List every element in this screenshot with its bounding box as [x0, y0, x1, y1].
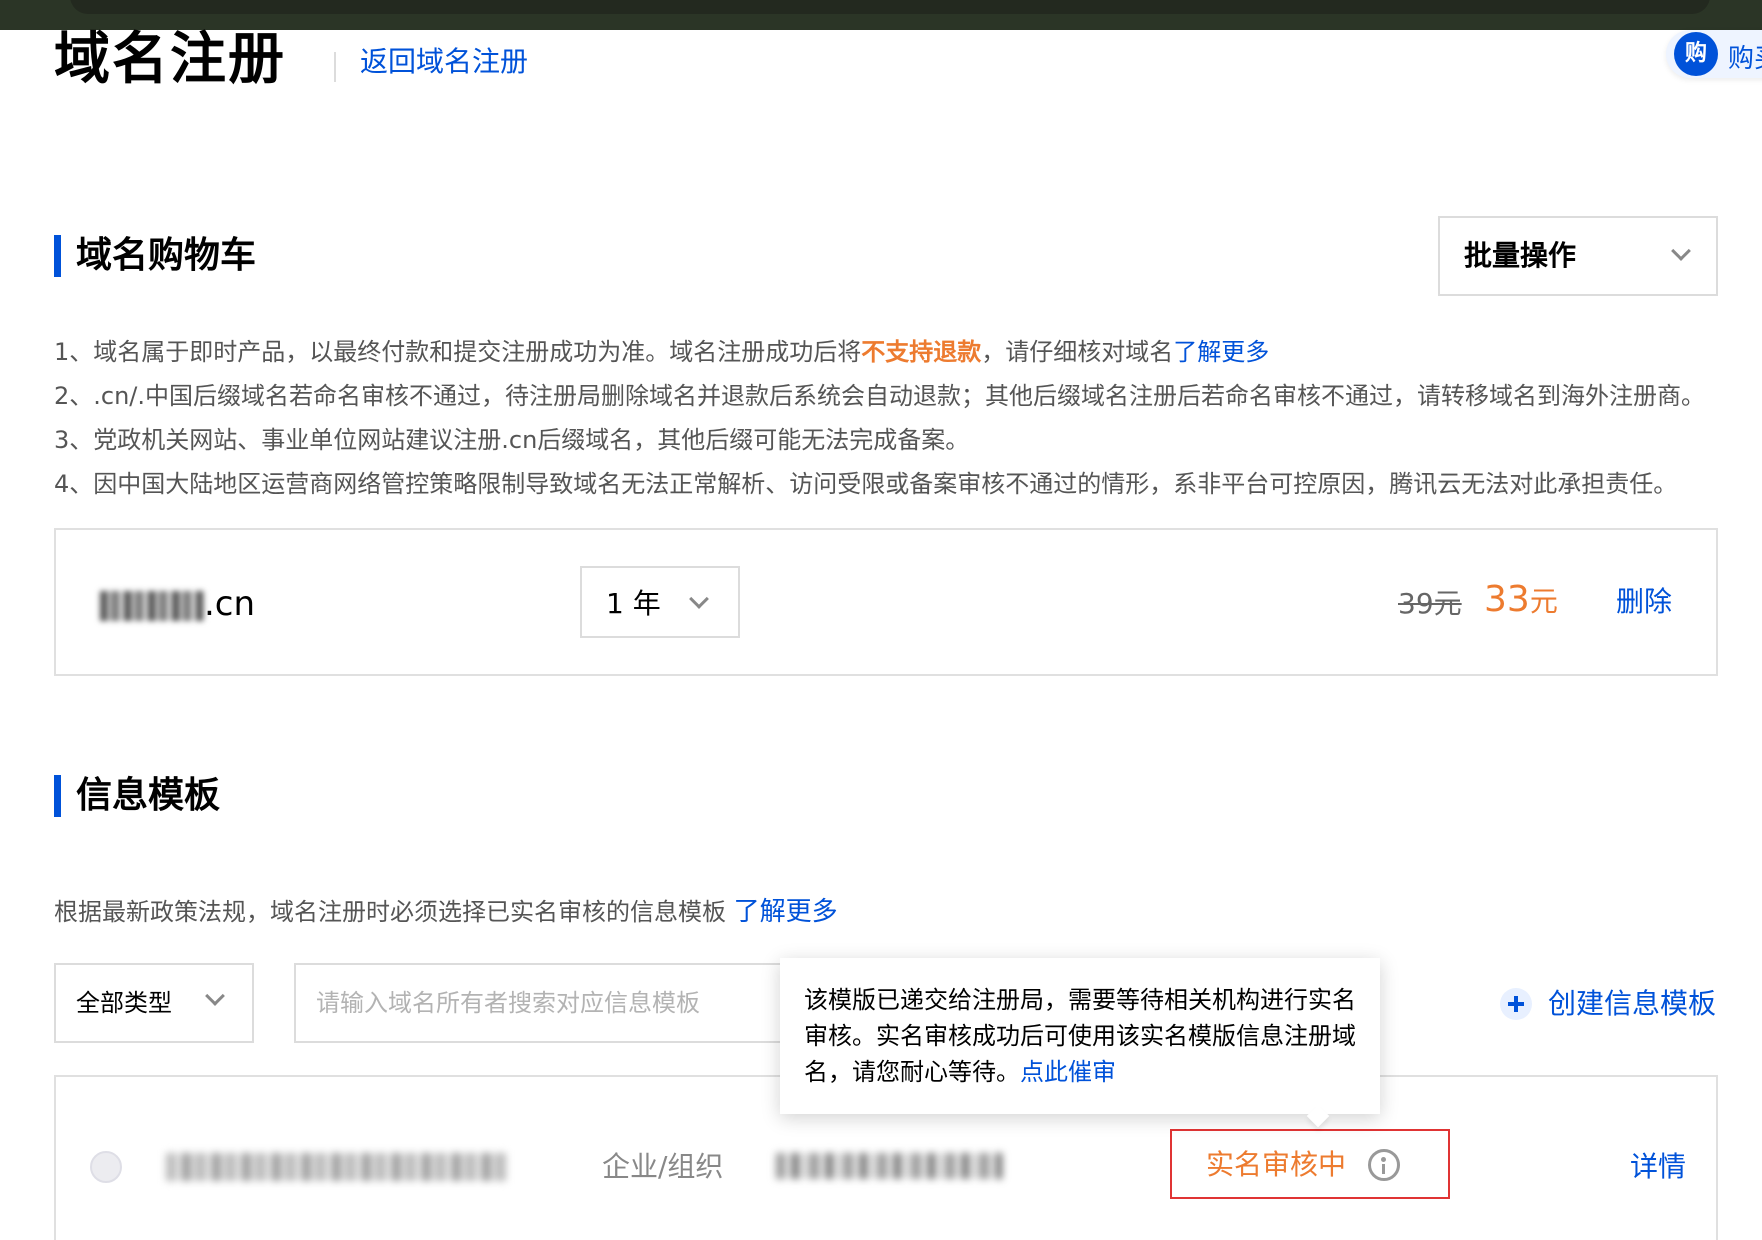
notice-line: 1、域名属于即时产品，以最终付款和提交注册成功为准。域名注册成功后将不支持退款，… [54, 336, 1269, 368]
floating-buy-button[interactable]: 购 购买 [1666, 30, 1762, 78]
redacted-owner-name [776, 1153, 1002, 1179]
current-price: 33元 [1484, 578, 1558, 624]
cart-section-title: 域名购物车 [76, 235, 257, 276]
period-select[interactable]: 1 年 [580, 566, 740, 638]
tooltip-text: 该模版已递交给注册局，需要等待相关机构进行实名审核。实名审核成功后可使用该实名模… [804, 982, 1356, 1090]
learn-more-link[interactable]: 了解更多 [1173, 338, 1269, 366]
chevron-down-icon [1671, 241, 1691, 261]
template-radio[interactable] [90, 1151, 122, 1183]
floating-buy-label: 购买 [1728, 44, 1762, 74]
browser-tab-bar [70, 0, 1710, 14]
type-filter-select[interactable]: 全部类型 [54, 963, 254, 1043]
batch-operation-select[interactable]: 批量操作 [1438, 216, 1718, 296]
redacted-template-name [166, 1153, 506, 1181]
notice-line: 2、.cn/.中国后缀域名若命名审核不通过，待注册局删除域名并退款后系统会自动退… [54, 382, 1706, 410]
domain-suffix: .cn [204, 584, 256, 624]
original-price: 39元 [1398, 587, 1462, 620]
template-search-input[interactable] [294, 963, 854, 1043]
status-tooltip: 该模版已递交给注册局，需要等待相关机构进行实名审核。实名审核成功后可使用该实名模… [780, 958, 1380, 1128]
redacted-domain [100, 590, 204, 621]
no-refund-warning: 不支持退款 [861, 338, 982, 366]
info-icon[interactable] [1368, 1149, 1400, 1181]
template-description: 根据最新政策法规，域名注册时必须选择已实名审核的信息模板 了解更多 [54, 896, 838, 928]
template-description-text: 根据最新政策法规，域名注册时必须选择已实名审核的信息模板 [54, 898, 734, 926]
type-filter-label: 全部类型 [76, 989, 172, 1017]
template-type: 企业/组织 [602, 1150, 724, 1183]
plus-icon [1500, 988, 1532, 1020]
section-marker [54, 235, 61, 277]
urge-review-link[interactable]: 点此催审 [1020, 1058, 1116, 1086]
domain-name: .cn [100, 584, 255, 624]
delete-button[interactable]: 删除 [1616, 584, 1672, 620]
learn-more-link[interactable]: 了解更多 [734, 897, 838, 927]
chevron-down-icon [205, 986, 225, 1006]
detail-link[interactable]: 详情 [1630, 1149, 1686, 1185]
chevron-down-icon [689, 589, 709, 609]
page-title: 域名注册 [54, 27, 286, 92]
current-price-value: 33 [1484, 579, 1530, 620]
current-price-unit: 元 [1529, 585, 1558, 618]
notice-line: 3、党政机关网站、事业单位网站建议注册.cn后缀域名，其他后缀可能无法完成备案。 [54, 426, 970, 454]
title-divider [334, 52, 336, 82]
section-marker [54, 775, 61, 817]
period-label: 1 年 [606, 587, 661, 620]
page: 域名注册 返回域名注册 购 购买 域名购物车 批量操作 1、域名属于即时产品，以… [0, 27, 1762, 1240]
create-template-label: 创建信息模板 [1548, 987, 1717, 1020]
template-section-title: 信息模板 [76, 775, 221, 816]
notice-line: 4、因中国大陆地区运营商网络管控策略限制导致域名无法正常解析、访问受限或备案审核… [54, 470, 1678, 498]
batch-operation-label: 批量操作 [1464, 239, 1577, 272]
status-badge: 实名审核中 [1206, 1148, 1347, 1181]
cart-item: .cn 1 年 39元 33元 删除 [54, 528, 1718, 676]
cart-icon: 购 [1674, 32, 1718, 76]
notice-text: 1、域名属于即时产品，以最终付款和提交注册成功为准。域名注册成功后将 [54, 338, 862, 366]
notice-text: ，请仔细核对域名 [981, 338, 1174, 366]
back-to-domain-register-link[interactable]: 返回域名注册 [360, 44, 528, 80]
